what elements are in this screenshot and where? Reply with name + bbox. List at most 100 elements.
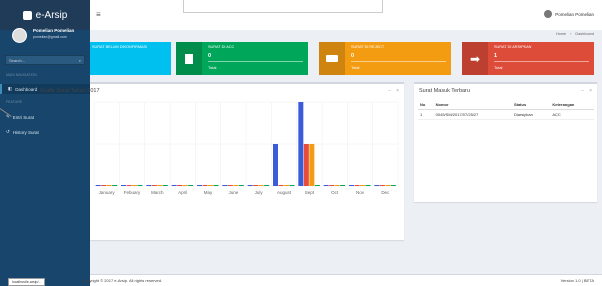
app-logo-icon (22, 10, 32, 20)
chart-bar[interactable] (253, 185, 259, 186)
chart-bar[interactable] (151, 185, 157, 186)
chart-bar[interactable] (233, 185, 239, 186)
chart-bar[interactable] (314, 185, 320, 186)
info-box-reject[interactable]: SURAT DI REJECT 0 Total (319, 42, 451, 75)
user-menu[interactable]: Pomelian Pomelian (544, 10, 594, 18)
sidebar-section-feature: FEATURE (6, 100, 23, 104)
info-box-link[interactable]: Total (494, 65, 502, 70)
sidebar-item-label: Entri Surat (12, 114, 35, 120)
chart-bar[interactable] (121, 185, 126, 186)
sidebar-user-name: Pomelian Pomelian (33, 28, 75, 33)
sidebar-user-panel: Pomelian Pomelian pomelian@gmail.com (12, 28, 74, 43)
chart-bar[interactable] (278, 185, 284, 186)
chart-bar[interactable] (329, 185, 335, 186)
chart-bar[interactable] (162, 185, 168, 186)
chart-bar[interactable] (146, 185, 152, 186)
search-input[interactable]: Search... ⌕ (5, 55, 85, 65)
header-user-name: Pomelian Pomelian (555, 11, 594, 17)
chart-bar[interactable] (349, 185, 354, 186)
dashboard-icon: ◧ (8, 86, 13, 91)
chart-bar[interactable] (197, 185, 202, 186)
table-cell: Diarsipkan (511, 109, 551, 120)
chart-bar[interactable] (208, 185, 213, 186)
info-box-link[interactable]: Total (208, 65, 216, 70)
minus-icon[interactable]: − (581, 88, 584, 94)
chart-bar[interactable] (354, 185, 360, 186)
chart-bar[interactable] (273, 144, 278, 186)
info-box-title: SURAT BELUM DIKONFIRMASI (92, 45, 148, 49)
chart-bar[interactable] (132, 185, 137, 186)
info-box-acc[interactable]: SURAT DI ACC 0 Total (176, 42, 308, 75)
chart-bar[interactable] (182, 185, 188, 186)
x-tick-label: Dec (381, 190, 390, 195)
chart-bar[interactable] (264, 185, 270, 186)
surat-panel-title: Surat Masuk Terbaru (419, 88, 470, 94)
table-cell: 1 (418, 109, 434, 120)
chart-bar[interactable] (247, 185, 253, 186)
chart-bar[interactable] (177, 185, 183, 186)
chart-bar[interactable] (323, 185, 329, 186)
chart-bar[interactable] (202, 185, 208, 186)
chart-bar[interactable] (390, 185, 396, 186)
chart-bar[interactable] (303, 144, 309, 186)
bar-chart: January Febuary March April May June July Augus… (93, 101, 399, 195)
close-icon[interactable]: × (589, 88, 592, 94)
history-icon: ↺ (6, 129, 10, 134)
avatar (12, 28, 27, 43)
chart-bar[interactable] (95, 185, 101, 186)
chart-bar[interactable] (340, 185, 346, 186)
chart-bar[interactable] (126, 185, 132, 186)
x-tick-label: Sept (305, 190, 315, 195)
chart-bar[interactable] (222, 185, 228, 186)
chart-bar[interactable] (227, 185, 233, 186)
chart-bar[interactable] (385, 185, 391, 186)
sidebar-item-history-surat[interactable]: ↺ History Surat (6, 129, 39, 135)
chart-bar[interactable] (298, 102, 304, 186)
chart-bar[interactable] (284, 185, 289, 186)
info-box-title: SURAT DI REJECT (351, 45, 385, 49)
browser-overlay (183, 0, 383, 13)
minus-icon[interactable]: − (388, 88, 391, 94)
table-header-cell: Keterangan (550, 100, 594, 110)
sidebar: e-Arsip Pomelian Pomelian pomelian@gmail… (0, 0, 90, 286)
x-tick-label: January (99, 190, 116, 195)
document-icon (176, 42, 202, 75)
info-box-link[interactable]: Total (351, 65, 359, 70)
chart-bar[interactable] (365, 185, 371, 186)
breadcrumb-home[interactable]: Home (556, 32, 566, 36)
chart-bar[interactable] (289, 185, 295, 186)
table-cell: 0045/SM/2017/07/25/27 (433, 109, 512, 120)
chart-bar[interactable] (137, 185, 143, 186)
chart-bar[interactable] (213, 185, 219, 186)
x-tick-label: April (178, 190, 187, 195)
chart-panel: Grafik Surat Tahun 2017 − × January Febua… (40, 82, 404, 240)
chart-bar[interactable] (360, 185, 365, 186)
x-tick-label: March (151, 190, 164, 195)
chart-bar[interactable] (188, 185, 194, 186)
chart-bar[interactable] (334, 185, 340, 186)
chart-bar[interactable] (157, 185, 163, 186)
chart-bar[interactable] (106, 185, 112, 186)
chart-bar[interactable] (238, 185, 244, 186)
chart-bar[interactable] (309, 144, 315, 186)
footer-copyright: Copyright © 2017 e-Arsip. All rights res… (82, 278, 163, 283)
info-box-title: SURAT DI ARSIPKAN (494, 45, 532, 49)
info-box-title: SURAT DI ACC (208, 45, 235, 49)
chart-bar[interactable] (112, 185, 118, 186)
info-box-archived[interactable]: ➡ SURAT DI ARSIPKAN 1 Total (462, 42, 594, 75)
table-row[interactable]: 1 0045/SM/2017/07/25/27 Diarsipkan ACC (418, 109, 594, 120)
breadcrumb: Home › Dashboard (556, 32, 594, 36)
footer-version: Version 1.0 | BETA (560, 278, 594, 283)
info-box-value: 0 (351, 53, 355, 59)
info-box-pending[interactable]: SURAT BELUM DIKONFIRMASI (90, 42, 171, 75)
chart-bar[interactable] (379, 185, 385, 186)
app-brand[interactable]: e-Arsip (0, 0, 90, 30)
menu-toggle-icon[interactable]: ≡ (96, 10, 101, 19)
chart-bar[interactable] (374, 185, 380, 186)
search-icon[interactable]: ⌕ (79, 58, 81, 63)
chart-bar[interactable] (101, 185, 107, 186)
chart-bar[interactable] (258, 185, 264, 186)
chart-bar[interactable] (171, 185, 177, 186)
sidebar-item-label: Dashboard (15, 86, 38, 92)
close-icon[interactable]: × (396, 88, 399, 94)
